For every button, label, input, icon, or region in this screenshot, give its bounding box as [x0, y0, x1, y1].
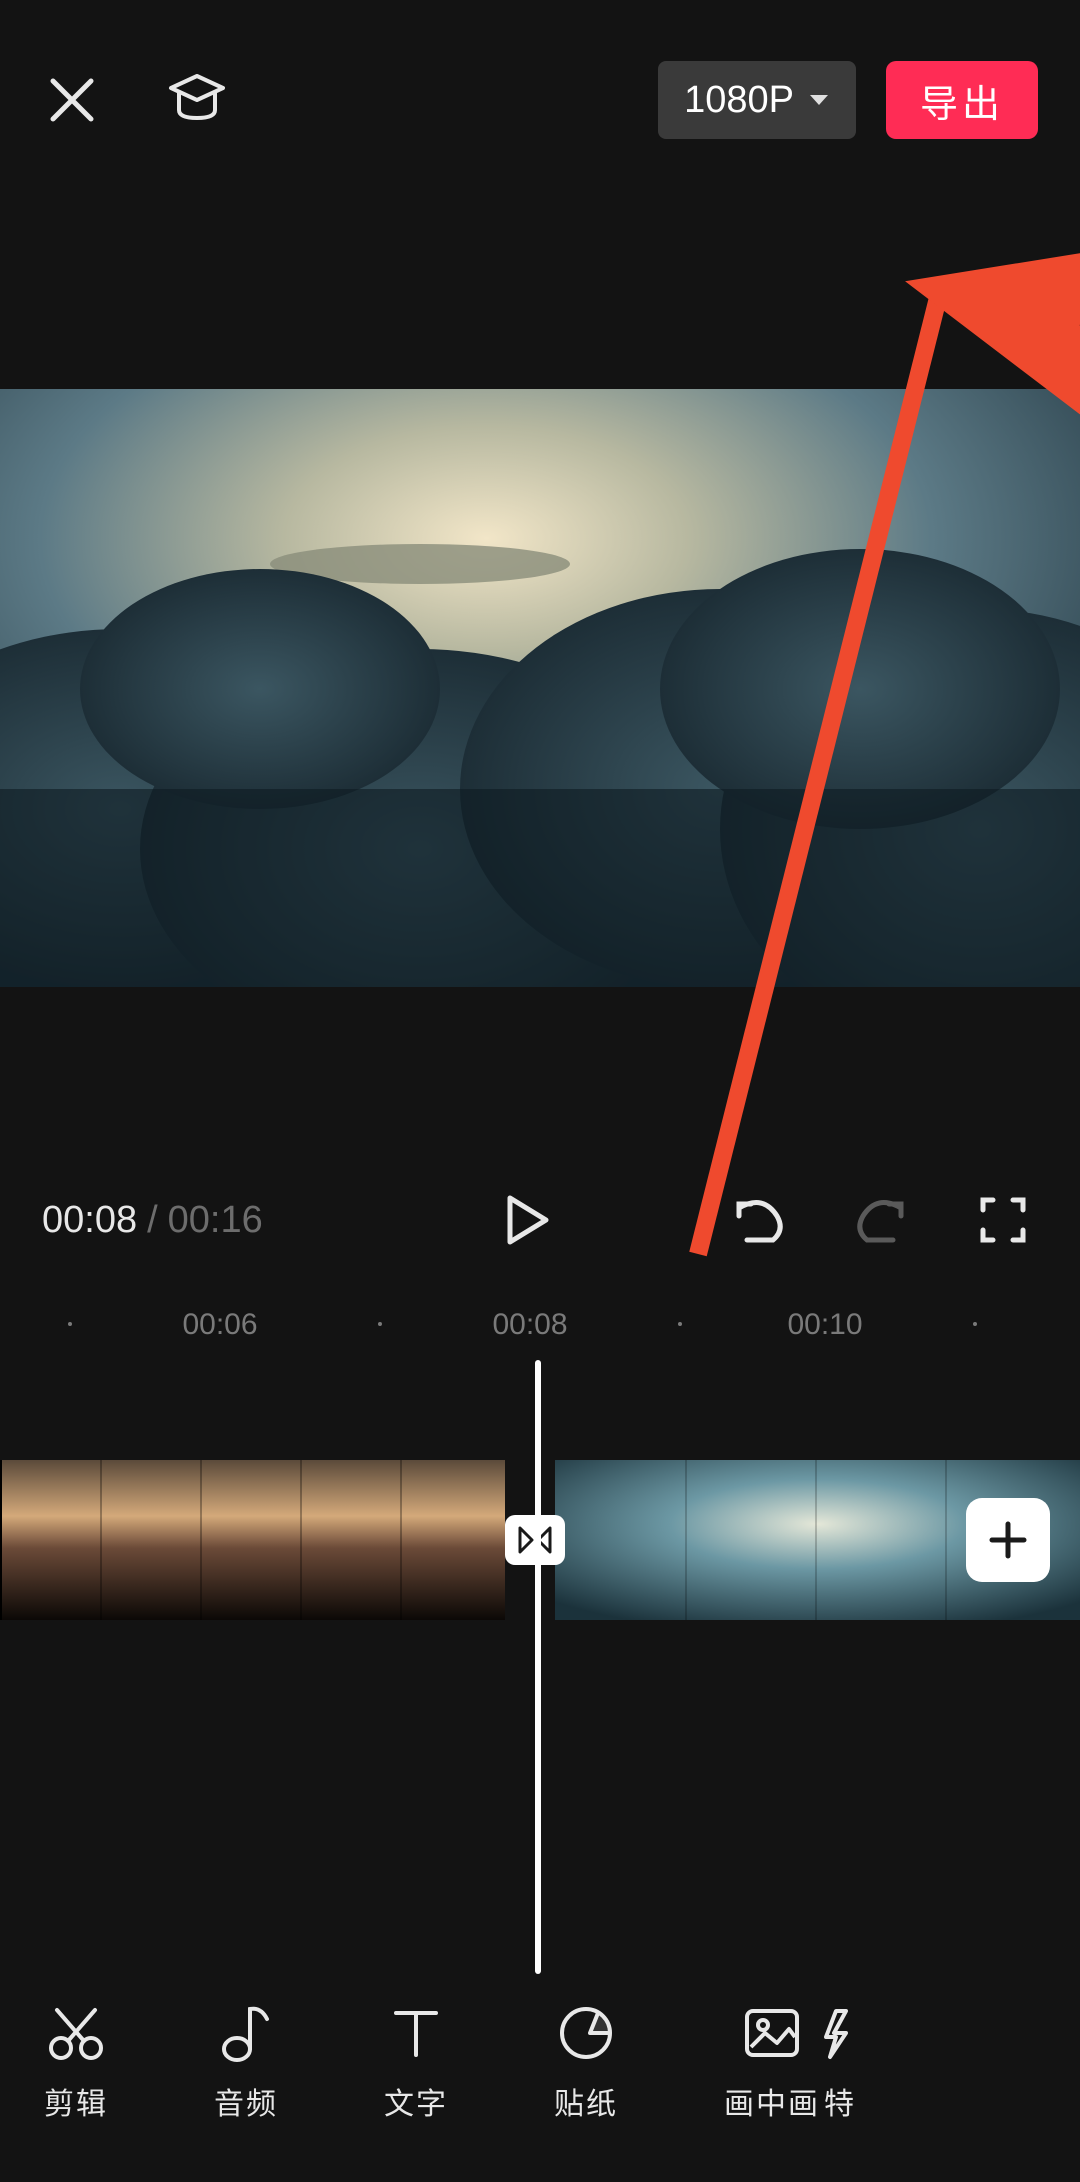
fullscreen-button[interactable]: [968, 1185, 1038, 1255]
tool-edit[interactable]: 剪辑: [44, 2001, 108, 2123]
resolution-label: 1080P: [684, 79, 794, 122]
time-separator: /: [147, 1199, 158, 1242]
bottom-toolbar: 剪辑 音频 文字 贴纸 画中画: [0, 1942, 1080, 2182]
tutorial-button[interactable]: [162, 65, 232, 135]
tool-label: 剪辑: [44, 2079, 108, 2123]
add-clip-button[interactable]: [966, 1498, 1050, 1582]
export-label: 导出: [920, 73, 1004, 128]
tool-label: 画中画: [724, 2079, 820, 2123]
tool-label: 贴纸: [554, 2079, 618, 2123]
tool-effects-partial[interactable]: 特: [824, 2001, 854, 2123]
effects-icon: [824, 2001, 854, 2065]
tool-text[interactable]: 文字: [384, 2001, 448, 2123]
ruler-tick: [378, 1322, 382, 1326]
video-preview[interactable]: [0, 389, 1080, 987]
time-total: 00:16: [168, 1199, 263, 1242]
scissors-icon: [44, 2001, 108, 2065]
preview-frame: [0, 389, 1080, 987]
ruler-tick: [678, 1322, 682, 1326]
pip-icon: [740, 2001, 804, 2065]
music-note-icon: [214, 2001, 278, 2065]
sticker-icon: [554, 2001, 618, 2065]
plus-icon: [986, 1518, 1030, 1562]
time-ruler[interactable]: 00:06 00:08 00:10: [0, 1298, 1080, 1348]
export-button[interactable]: 导出: [886, 61, 1038, 139]
play-button[interactable]: [492, 1185, 562, 1255]
text-icon: [384, 2001, 448, 2065]
tool-audio[interactable]: 音频: [214, 2001, 278, 2123]
ruler-tick: [68, 1322, 72, 1326]
tool-label: 音频: [214, 2079, 278, 2123]
clip-1[interactable]: [0, 1460, 505, 1620]
playback-controls: 00:08 / 00:16: [0, 1180, 1080, 1260]
top-bar: 1080P 导出: [0, 0, 1080, 200]
playhead[interactable]: [535, 1360, 541, 1974]
tool-sticker[interactable]: 贴纸: [554, 2001, 618, 2123]
undo-button[interactable]: [724, 1185, 794, 1255]
close-button[interactable]: [42, 70, 102, 130]
ruler-label: 00:06: [182, 1308, 257, 1342]
ruler-label: 00:08: [492, 1308, 567, 1342]
redo-button[interactable]: [846, 1185, 916, 1255]
ruler-tick: [973, 1322, 977, 1326]
ruler-label: 00:10: [787, 1308, 862, 1342]
tool-label: 特: [824, 2079, 854, 2123]
resolution-dropdown[interactable]: 1080P: [658, 61, 856, 139]
tool-label: 文字: [384, 2079, 448, 2123]
tool-pip[interactable]: 画中画: [724, 2001, 820, 2123]
chevron-down-icon: [808, 91, 830, 109]
time-current: 00:08: [42, 1199, 137, 1242]
